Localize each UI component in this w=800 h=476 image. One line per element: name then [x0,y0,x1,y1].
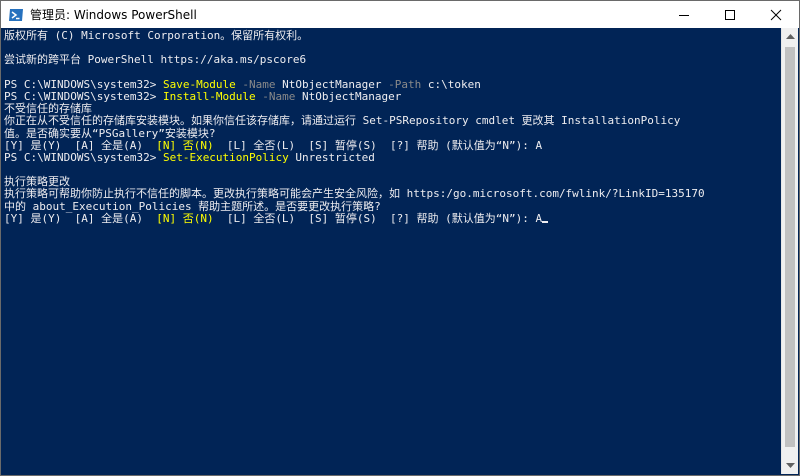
powershell-icon [8,7,24,23]
console-text: 尝试新的跨平台 PowerShell https://aka.ms/pscore… [4,53,307,67]
title-bar[interactable]: 管理员: Windows PowerShell [1,1,799,28]
minimize-icon [679,14,689,16]
console-line: 版权所有 (C) Microsoft Corporation。保留所有权利。 [4,29,782,42]
close-button[interactable] [753,1,799,28]
command-text: Save-Module [162,77,236,91]
command-text: Install-Module [162,89,256,103]
scroll-down-button[interactable] [782,457,798,474]
command-text: Set-ExecutionPolicy [162,150,289,164]
console-output[interactable]: 版权所有 (C) Microsoft Corporation。保留所有权利。 尝试… [2,28,782,474]
parameter-text: -Name [235,77,276,91]
window-title: 管理员: Windows PowerShell [30,8,197,22]
console-text: [Y] 是(Y) [A] 全是(A) [4,138,157,152]
close-icon [770,9,782,20]
console-line: PS C:\WINDOWS\system32> Set-ExecutionPol… [4,150,782,164]
text-cursor [542,220,549,223]
console-text: [L] 全否(L) [S] 暂停(S) [?] 帮助 (默认值为“N”): A [213,211,543,225]
console-text: 值。是否确实要从“PSGallery”安装模块? [4,126,216,140]
console-text: 中的 about_Execution_Policies 帮助主题所述。是否要更改… [4,199,381,213]
scrollbar-thumb[interactable] [785,47,795,447]
scroll-up-arrow-icon [785,33,795,39]
console-text: [N] 否(N) [156,211,214,225]
console-text: NtObjectManager [295,89,402,103]
console-line: [Y] 是(Y) [A] 全是(A) [N] 否(N) [L] 全否(L) [S… [4,211,782,225]
console-text: PS C:\WINDOWS\system32> [4,150,163,164]
parameter-text: -Path [381,77,422,91]
console-line: 尝试新的跨平台 PowerShell https://aka.ms/pscore… [4,54,782,66]
parameter-text: -Name [255,89,296,103]
console-text: PS C:\WINDOWS\system32> [4,77,163,91]
scroll-down-arrow-icon [785,462,795,468]
console-text: [L] 全否(L) [S] 暂停(S) [?] 帮助 (默认值为“N”): A [213,138,543,152]
vertical-scrollbar[interactable] [781,28,798,474]
powershell-window: 管理员: Windows PowerShell 版权所有 (C) Microso… [0,0,800,476]
console-text: PS C:\WINDOWS\system32> [4,89,163,103]
console-line: PS C:\WINDOWS\system32> Install-Module -… [4,89,782,103]
window-controls [661,1,799,28]
console-text: c:\token [421,77,481,91]
console-text: 执行策略可帮助你防止执行不信任的脚本。更改执行策略可能会产生安全风险，如 htt… [4,187,705,201]
console-text: 你正在从不受信任的存储库安装模块。如果你信任该存储库，请通过运行 Set-PSR… [4,114,681,128]
console-text: Unrestricted [288,150,375,164]
console-text: [N] 否(N) [156,138,214,152]
minimize-button[interactable] [661,1,707,28]
console-text: [Y] 是(Y) [A] 全是(A) [4,211,157,225]
console-text: NtObjectManager [275,77,382,91]
console-text: 版权所有 (C) Microsoft Corporation。保留所有权利。 [4,29,309,42]
maximize-button[interactable] [707,1,753,28]
scroll-up-button[interactable] [782,28,798,45]
maximize-icon [725,9,735,20]
